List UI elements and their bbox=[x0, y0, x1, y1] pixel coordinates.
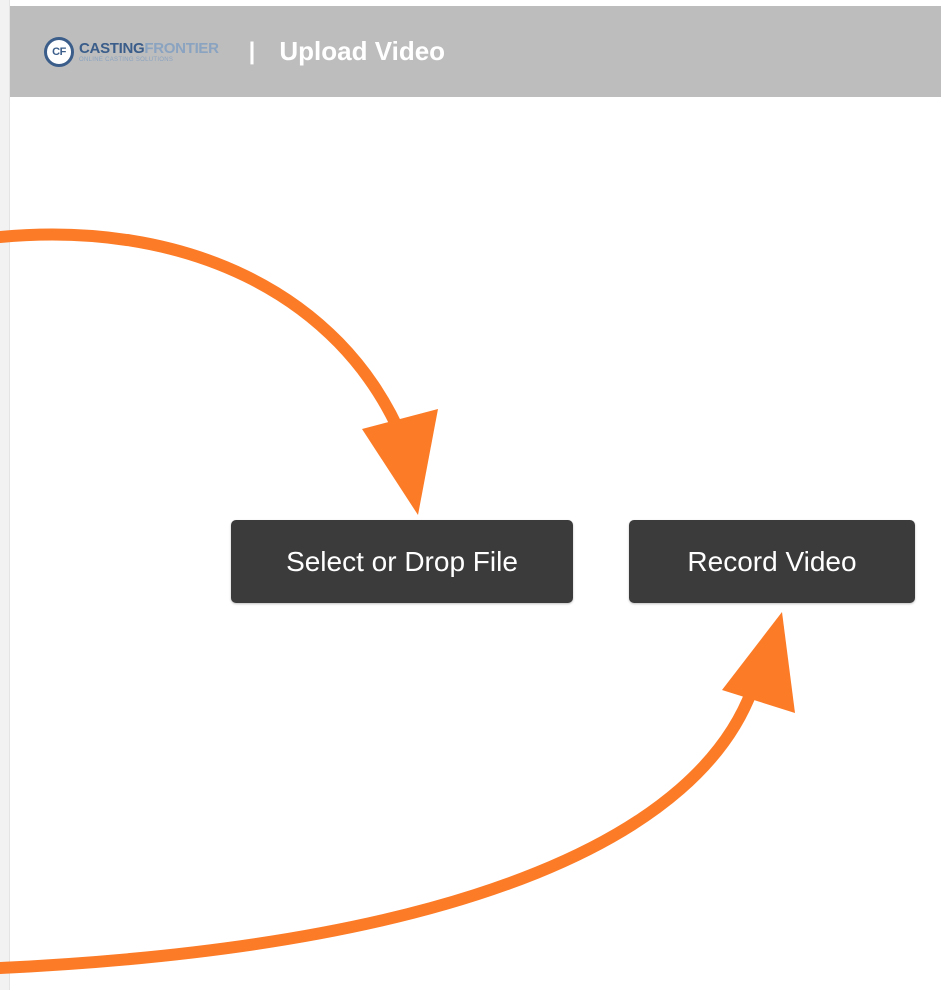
arrow-curve-bottom bbox=[0, 684, 758, 974]
arrow-to-select-file bbox=[0, 228, 438, 515]
header-separator: | bbox=[248, 37, 256, 65]
logo-title: CASTINGFRONTIER bbox=[79, 41, 219, 56]
logo-wordmark: CASTINGFRONTIER ONLINE CASTING SOLUTIONS bbox=[79, 41, 219, 63]
cf-logo-icon: CF bbox=[44, 36, 74, 67]
arrow-head-up-icon bbox=[722, 612, 795, 713]
logo-badge-text: CF bbox=[52, 45, 66, 58]
page-title: Upload Video bbox=[279, 36, 446, 66]
casting-frontier-logo[interactable]: CF CASTINGFRONTIER ONLINE CASTING SOLUTI… bbox=[44, 36, 219, 67]
upload-video-page: CF CASTINGFRONTIER ONLINE CASTING SOLUTI… bbox=[0, 0, 941, 990]
logo-tagline: ONLINE CASTING SOLUTIONS bbox=[79, 56, 174, 63]
select-or-drop-file-button[interactable]: Select or Drop File bbox=[231, 520, 573, 603]
arrow-curve-top bbox=[0, 228, 409, 446]
record-video-button[interactable]: Record Video bbox=[629, 520, 915, 603]
arrow-head-down-icon bbox=[362, 409, 438, 515]
header-bar: CF CASTINGFRONTIER ONLINE CASTING SOLUTI… bbox=[10, 6, 941, 97]
window-edge bbox=[0, 0, 10, 990]
logo-word-frontier: FRONTIER bbox=[144, 39, 219, 57]
logo-word-casting: CASTING bbox=[79, 39, 145, 57]
annotation-arrows bbox=[0, 228, 795, 974]
arrow-to-record-video bbox=[0, 612, 795, 974]
